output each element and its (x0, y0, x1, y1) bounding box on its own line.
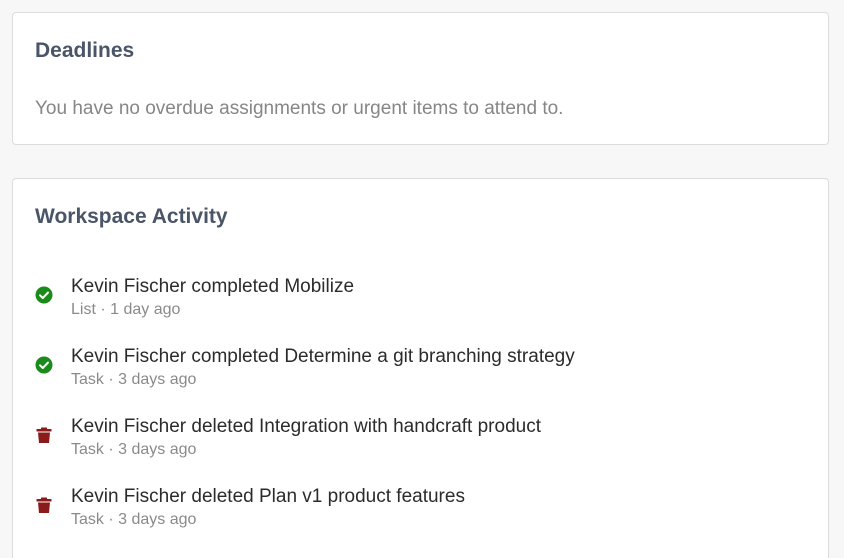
trash-icon (36, 497, 52, 513)
deadlines-empty-message: You have no overdue assignments or urgen… (35, 98, 564, 119)
workspace-activity-card: Workspace Activity Kevin Fischer complet… (12, 178, 829, 558)
activity-text: Kevin Fischer completed Mobilize (71, 276, 355, 297)
activity-text: Kevin Fischer deleted Plan v1 product fe… (71, 486, 465, 507)
workspace-activity-title: Workspace Activity (35, 205, 228, 228)
activity-item[interactable]: Kevin Fischer deleted Plan v1 product fe… (33, 484, 793, 554)
activity-meta: Task · 3 days ago (71, 371, 197, 388)
activity-meta: List · 1 day ago (71, 301, 181, 318)
activity-item[interactable]: Kevin Fischer deleted Integration with h… (33, 414, 793, 484)
trash-icon (36, 427, 52, 443)
check-circle-icon (35, 356, 53, 374)
activity-item[interactable]: Kevin Fischer completed Mobilize List · … (33, 274, 793, 344)
deadlines-title: Deadlines (35, 39, 135, 62)
deadlines-card: Deadlines You have no overdue assignment… (12, 12, 829, 145)
activity-item[interactable]: Kevin Fischer completed Determine a git … (33, 344, 793, 414)
activity-meta: Task · 3 days ago (71, 511, 197, 528)
activity-meta: Task · 3 days ago (71, 441, 197, 458)
activity-list: Kevin Fischer completed Mobilize List · … (33, 274, 793, 554)
activity-text: Kevin Fischer deleted Integration with h… (71, 416, 541, 437)
activity-text: Kevin Fischer completed Determine a git … (71, 346, 575, 367)
check-circle-icon (35, 286, 53, 304)
